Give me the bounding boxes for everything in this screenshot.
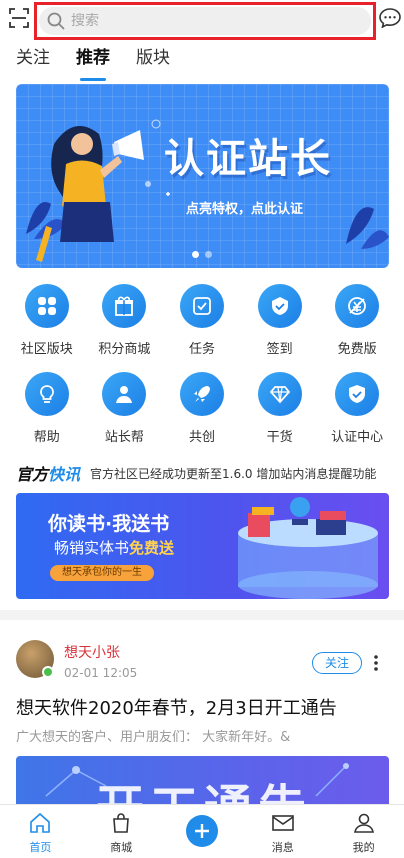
grid-item-co-create[interactable]: 共创 [166, 372, 238, 460]
follow-button[interactable]: 关注 [312, 652, 362, 674]
tab-follow[interactable]: 关注 [16, 46, 50, 76]
quick-access-grid: 社区版块 积分商城 任务 签到 免费版 帮助 站长帮 共创 干货 认证中心 [0, 284, 404, 460]
grid-label: 积分商城 [98, 342, 151, 357]
grid-item-community-sections[interactable]: 社区版块 [11, 284, 83, 372]
grid-label: 社区版块 [20, 342, 73, 357]
scan-icon[interactable] [9, 8, 29, 28]
official-news-ticker[interactable]: 官方快讯 官方社区已经成功更新至1.6.0 增加站内消息提醒功能 [16, 462, 388, 484]
nav-label: 首页 [29, 841, 52, 854]
nav-label: 消息 [271, 841, 294, 854]
news-logo: 官方快讯 [16, 461, 80, 485]
tab-recommend[interactable]: 推荐 [76, 46, 110, 81]
post-image[interactable]: 开工通告 [16, 756, 389, 808]
nav-home[interactable]: 首页 [0, 805, 81, 858]
user-icon [353, 813, 374, 833]
grid-label: 免费版 [337, 342, 377, 357]
ad-subtitle-a: 畅销实体书 [54, 539, 130, 557]
grid-item-webmaster-help[interactable]: 站长帮 [88, 372, 160, 460]
pager-dot[interactable] [205, 251, 212, 258]
apps-icon [24, 284, 69, 328]
home-icon [30, 812, 51, 833]
grid-label: 签到 [266, 342, 293, 357]
promo-banner[interactable]: 认证站长 点亮特权，点此认证 [16, 84, 389, 268]
post-time: 02-01 12:05 [64, 666, 138, 680]
post-excerpt: 广大想天的客户、用户朋友们： 大家新年好。& [16, 730, 291, 745]
post-image-text: 开工通告 [96, 780, 313, 808]
search-highlight-frame [34, 2, 376, 40]
grid-label: 帮助 [33, 430, 60, 445]
grid-item-certification-center[interactable]: 认证中心 [321, 372, 393, 460]
search-box[interactable] [39, 7, 371, 35]
bulb-icon [24, 372, 69, 416]
person-icon [102, 372, 147, 416]
grid-label: 站长帮 [104, 430, 144, 445]
more-icon[interactable] [372, 654, 380, 672]
ad-subtitle-highlight: 免费送 [129, 539, 175, 557]
grid-label: 共创 [188, 430, 215, 445]
ad-tag: 想天承包你的一生 [50, 565, 154, 581]
grid-row: 社区版块 积分商城 任务 签到 免费版 [0, 284, 404, 372]
gift-icon [102, 284, 147, 328]
search-input[interactable] [71, 13, 311, 29]
feed-tabs: 关注 推荐 版块 [16, 46, 170, 81]
mail-icon [271, 815, 294, 831]
ad-title: 你读书·我送书 [48, 513, 170, 535]
grid-item-free-edition[interactable]: 免费版 [321, 284, 393, 372]
banner-subtitle: 点亮特权，点此认证 [186, 202, 304, 217]
shield-icon [335, 372, 380, 416]
tab-sections[interactable]: 版块 [136, 46, 170, 76]
search-icon [47, 12, 65, 30]
nav-post-button[interactable] [162, 805, 243, 858]
grid-item-checkin[interactable]: 签到 [244, 284, 316, 372]
diamond-icon [257, 372, 302, 416]
ad-subtitle: 畅销实体书免费送 [54, 537, 174, 558]
news-logo-part-a: 官方 [16, 465, 49, 484]
top-bar [0, 0, 404, 40]
grid-row: 帮助 站长帮 共创 干货 认证中心 [0, 372, 404, 460]
grid-label: 干货 [266, 430, 293, 445]
post-author[interactable]: 想天小张 [64, 642, 120, 662]
grid-label: 认证中心 [331, 430, 384, 445]
banner-pager [192, 251, 212, 258]
grid-item-help[interactable]: 帮助 [11, 372, 83, 460]
nav-mall[interactable]: 商城 [81, 805, 162, 858]
grid-label: 任务 [188, 342, 215, 357]
post-title[interactable]: 想天软件2020年春节，2月3日开工通告 [16, 694, 337, 720]
rocket-icon [179, 372, 224, 416]
nav-messages[interactable]: 消息 [242, 805, 323, 858]
grid-item-tasks[interactable]: 任务 [166, 284, 238, 372]
grid-item-points-mall[interactable]: 积分商城 [88, 284, 160, 372]
verified-badge-icon [42, 666, 54, 678]
free-icon [335, 284, 380, 328]
pager-dot-active[interactable] [192, 251, 199, 258]
grid-item-dry-goods[interactable]: 干货 [244, 372, 316, 460]
banner-title: 认证站长 [164, 136, 332, 182]
bag-icon [113, 813, 130, 833]
nav-me[interactable]: 我的 [323, 805, 404, 858]
news-headline[interactable]: 官方社区已经成功更新至1.6.0 增加站内消息提醒功能 [90, 465, 376, 482]
section-divider [0, 610, 404, 620]
chat-icon[interactable] [379, 8, 401, 28]
task-icon [179, 284, 224, 328]
nav-label: 商城 [110, 841, 133, 854]
bottom-nav: 首页 商城 消息 我的 [0, 804, 404, 858]
nav-label: 我的 [352, 841, 375, 854]
news-logo-part-b: 快讯 [48, 465, 81, 484]
plus-icon [185, 815, 218, 847]
checkin-icon [257, 284, 302, 328]
book-promo-ad[interactable]: 你读书·我送书 畅销实体书免费送 想天承包你的一生 [16, 493, 389, 599]
